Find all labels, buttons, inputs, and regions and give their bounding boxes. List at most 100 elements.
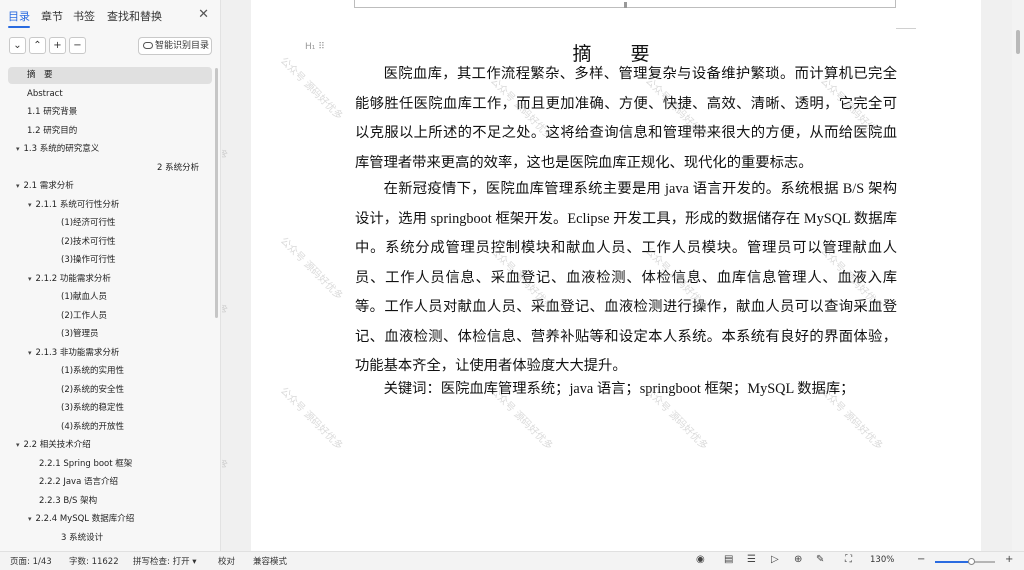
expand-arrow-icon[interactable]: ▾ xyxy=(16,145,20,153)
toc-item-label: (4)系统的开放性 xyxy=(61,421,125,432)
document-scrollbar[interactable] xyxy=(1012,0,1024,551)
toc-item[interactable]: (2)工作人员 xyxy=(8,308,212,325)
toc-item-label: (3)系统的稳定性 xyxy=(61,403,125,413)
document-page: H₁ ⠿ 摘 要 医院血库，其工作流程繁杂、多样、管理复杂与设备维护繁琐。而计算… xyxy=(222,0,981,551)
watermark-text: 公众号 源码好优多 xyxy=(222,251,230,318)
zoom-level[interactable]: 130% xyxy=(870,555,894,565)
add-heading-button[interactable]: + xyxy=(49,37,66,54)
keywords-paragraph: 关键词：医院血库管理系统；java 语言；springboot 框架；MySQL… xyxy=(383,381,855,397)
compat-mode-label: 兼容模式 xyxy=(253,557,288,567)
watermark-text: 公众号 源码好优多 xyxy=(277,235,345,303)
play-icon[interactable]: ▷ xyxy=(771,554,779,565)
expand-arrow-icon[interactable]: ▾ xyxy=(28,515,32,523)
collapse-all-button[interactable]: ⌄ xyxy=(9,37,26,54)
page-indicator[interactable]: 页面: 1/43 xyxy=(10,555,52,567)
watermark-text: 公众号 源码好优多 xyxy=(277,385,345,453)
expand-button[interactable]: ⌃ xyxy=(29,37,46,54)
margin-mark xyxy=(896,28,916,29)
toc-item[interactable]: (4)系统的开放性 xyxy=(8,419,212,436)
toc-item[interactable]: (1)系统的实用性 xyxy=(8,363,212,380)
eye-icon[interactable]: ◉ xyxy=(696,554,705,565)
abstract-paragraph-2: 在新冠疫情下，医院血库管理系统主要是用 java 语言开发的。系统根据 B/S … xyxy=(355,181,897,374)
toc-item[interactable]: ▾ 2.1 需求分析 xyxy=(8,178,212,195)
toc-item[interactable]: 2 系统分析 xyxy=(8,160,212,177)
toc-item[interactable]: 2.2.1 Spring boot 框架 xyxy=(8,456,212,473)
toc-item[interactable]: 1.2 研究目的 xyxy=(8,123,212,140)
toc-item-label: 摘 要 xyxy=(27,70,53,80)
toc-item-label: 3 系统设计 xyxy=(61,532,104,543)
toc-item[interactable]: ▾ 2.1.3 非功能需求分析 xyxy=(8,345,212,362)
zoom-out-icon[interactable]: − xyxy=(917,554,925,565)
expand-arrow-icon[interactable]: ▾ xyxy=(28,275,32,283)
toc-item[interactable]: 1.1 研究背景 xyxy=(8,104,212,121)
remove-heading-button[interactable]: − xyxy=(69,37,86,54)
document-area: H₁ ⠿ 摘 要 医院血库，其工作流程繁杂、多样、管理复杂与设备维护繁琐。而计算… xyxy=(222,0,1012,551)
toc-item[interactable]: 2.2.3 B/S 架构 xyxy=(8,493,212,510)
word-count[interactable]: 字数: 11622 xyxy=(69,555,119,567)
smart-toc-label: 智能识别目录 xyxy=(155,41,210,51)
toc-item-label: 2.2.3 B/S 架构 xyxy=(39,495,98,506)
toc-item[interactable]: ▾ 1.3 系统的研究意义 xyxy=(8,141,212,158)
toc-item-label: 2.1.1 系统可行性分析 xyxy=(35,199,120,210)
toc-item[interactable]: (3)系统的稳定性 xyxy=(8,400,212,417)
toc-item[interactable]: ▾ 2.2 相关技术介绍 xyxy=(8,437,212,454)
toc-item[interactable]: (3)管理员 xyxy=(8,326,212,343)
expand-arrow-icon[interactable]: ▾ xyxy=(28,201,32,209)
tab-toc[interactable]: 目录 xyxy=(8,8,30,24)
toc-item[interactable]: 摘 要 xyxy=(8,67,212,84)
toc-item-label: (1)献血人员 xyxy=(61,292,108,302)
toc-item-label: (2)系统的安全性 xyxy=(61,384,125,395)
smart-recognize-icon xyxy=(143,42,153,49)
toc-item-label: (2)工作人员 xyxy=(61,310,108,321)
spellcheck-toggle[interactable]: 拼写检查: 打开 ▾ xyxy=(133,555,197,567)
tab-chapters[interactable]: 章节 xyxy=(41,8,63,24)
toc-item[interactable]: ▾ 2.2.4 MySQL 数据库介绍 xyxy=(8,511,212,528)
zoom-slider-fill xyxy=(935,561,973,563)
toc-item[interactable]: (3)操作可行性 xyxy=(8,252,212,269)
close-icon[interactable]: ✕ xyxy=(198,7,209,22)
active-tab-indicator xyxy=(8,26,30,28)
toc-item-label: (3)管理员 xyxy=(61,329,99,339)
toc-item[interactable]: (1)经济可行性 xyxy=(8,215,212,232)
tab-bookmarks[interactable]: 书签 xyxy=(73,8,95,24)
smart-toc-button[interactable]: 智能识别目录 xyxy=(138,37,212,55)
toc-item[interactable]: 2.2.2 Java 语言介绍 xyxy=(8,474,212,491)
globe-icon[interactable]: ⊕ xyxy=(794,554,802,565)
toc-item[interactable]: (2)技术可行性 xyxy=(8,234,212,251)
toc-scrollbar[interactable] xyxy=(215,68,218,318)
zoom-slider-handle[interactable] xyxy=(968,558,976,565)
scrollbar-thumb[interactable] xyxy=(1016,30,1020,54)
plus-icon: + xyxy=(53,40,62,51)
fit-page-icon[interactable]: ⛶ xyxy=(845,554,852,565)
toc-item[interactable]: (2)系统的安全性 xyxy=(8,382,212,399)
toc-item-label: (1)系统的实用性 xyxy=(61,366,125,376)
toc-item[interactable]: ▾ 2.1.1 系统可行性分析 xyxy=(8,197,212,214)
toc-item[interactable]: 3 系统设计 xyxy=(8,530,212,547)
pen-icon[interactable]: ✎ xyxy=(816,554,824,565)
toc-item-label: 1.1 研究背景 xyxy=(27,107,78,117)
nav-tabs: 目录 章节 书签 查找和替换 ✕ xyxy=(0,0,220,32)
expand-arrow-icon[interactable]: ▾ xyxy=(28,349,32,357)
watermark-text: 公众号 源码好优多 xyxy=(222,96,230,163)
zoom-slider[interactable] xyxy=(935,558,995,565)
toc-item-label: 2.1.2 功能需求分析 xyxy=(35,273,111,284)
navigation-pane: 目录 章节 书签 查找和替换 ✕ ⌄ ⌃ + − 智能识别目录 摘 要 Abstr… xyxy=(0,0,221,551)
expand-arrow-icon[interactable]: ▾ xyxy=(16,441,20,449)
chevron-up-icon: ⌃ xyxy=(33,40,42,51)
toc-item[interactable]: (1)献血人员 xyxy=(8,289,212,306)
watermark-text: 公众号 源码好优多 xyxy=(222,406,230,473)
outline-view-icon[interactable]: ☰ xyxy=(747,554,756,565)
toc-item[interactable]: ▾ 2.1.2 功能需求分析 xyxy=(8,271,212,288)
expand-arrow-icon[interactable]: ▾ xyxy=(16,182,20,190)
proofread-button[interactable]: 校对 xyxy=(218,555,235,567)
toc-item-label: 2.2 相关技术介绍 xyxy=(23,440,91,450)
tab-find-replace[interactable]: 查找和替换 xyxy=(107,8,162,24)
zoom-in-icon[interactable]: + xyxy=(1005,554,1013,565)
toc-item-label: 2.2.1 Spring boot 框架 xyxy=(39,458,133,469)
toc-item-label: (1)经济可行性 xyxy=(61,218,116,228)
toc-item[interactable]: Abstract xyxy=(8,86,212,103)
toc-item-label: 2.1 需求分析 xyxy=(23,181,74,191)
toc-item-label: (3)操作可行性 xyxy=(61,255,116,265)
page-view-icon[interactable]: ▤ xyxy=(724,554,733,565)
toc-item-label: 2.1.3 非功能需求分析 xyxy=(35,347,120,358)
